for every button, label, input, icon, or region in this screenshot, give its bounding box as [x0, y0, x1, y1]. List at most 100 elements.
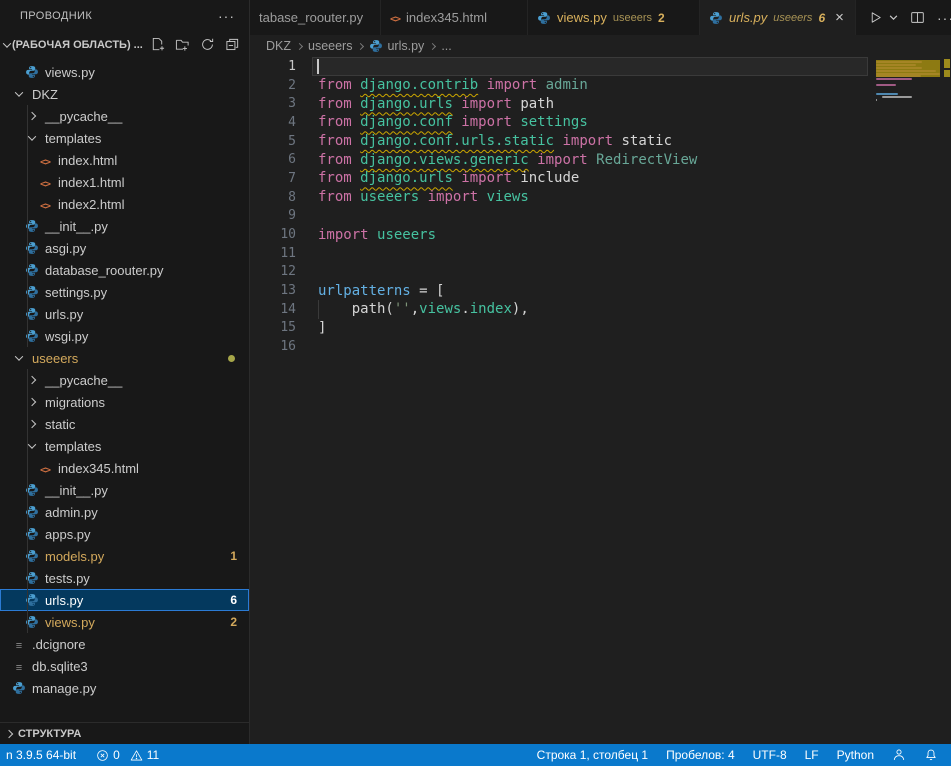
- indentation-status[interactable]: Пробелов: 4: [661, 744, 740, 766]
- code-line-13[interactable]: 13urlpatterns = [: [250, 281, 951, 300]
- new-file-icon[interactable]: [148, 36, 166, 54]
- minimap[interactable]: [872, 57, 943, 187]
- indent-guide: [27, 589, 28, 611]
- vscode-window: ПРОВОДНИК ··· (РАБОЧАЯ ОБЛАСТЬ) ... view…: [0, 0, 951, 766]
- tree-item-label: index.html: [58, 153, 117, 168]
- tree-item-database_roouter.py[interactable]: database_roouter.py: [0, 259, 249, 281]
- error-icon: [96, 749, 109, 762]
- new-folder-icon[interactable]: [173, 36, 191, 54]
- tab-description: useeers: [613, 12, 652, 24]
- run-dropdown-chevron-icon[interactable]: [889, 13, 898, 22]
- code-text: from useeers import views: [318, 189, 529, 205]
- code-line-10[interactable]: 10import useeers: [250, 225, 951, 244]
- tree-item-label: views.py: [45, 615, 95, 630]
- tree-item-db.sqlite3[interactable]: ≡db.sqlite3: [0, 655, 249, 677]
- tab-views.py[interactable]: views.pyuseeers2: [528, 0, 700, 35]
- breadcrumb-item-DKZ[interactable]: DKZ: [266, 39, 291, 53]
- tab-tabase_roouter.py[interactable]: tabase_roouter.py: [250, 0, 381, 35]
- tree-item-templates[interactable]: templates: [0, 127, 249, 149]
- tree-item-__init__.py[interactable]: __init__.py: [0, 479, 249, 501]
- explorer-more-icon[interactable]: ···: [218, 8, 235, 24]
- tree-item-asgi.py[interactable]: asgi.py: [0, 237, 249, 259]
- tree-item-urls.py[interactable]: urls.py: [0, 303, 249, 325]
- python-version-status[interactable]: n 3.9.5 64-bit: [1, 744, 81, 766]
- code-editor[interactable]: 12from django.contrib import admin3from …: [250, 57, 951, 744]
- line-number: 10: [250, 227, 296, 242]
- tree-item-views.py[interactable]: views.py2: [0, 611, 249, 633]
- code-line-2[interactable]: 2from django.contrib import admin: [250, 76, 951, 95]
- code-line-8[interactable]: 8from useeers import views: [250, 188, 951, 207]
- problems-status[interactable]: 0 11: [91, 744, 164, 766]
- breadcrumb-item-...[interactable]: ...: [441, 39, 451, 53]
- language-mode-status[interactable]: Python: [832, 744, 879, 766]
- code-line-9[interactable]: 9: [250, 207, 951, 226]
- line-number: 12: [250, 264, 296, 279]
- split-editor-icon[interactable]: [910, 10, 925, 25]
- indent-guide: [27, 545, 28, 567]
- explorer-title: ПРОВОДНИК: [20, 10, 218, 22]
- tree-item-manage.py[interactable]: manage.py: [0, 677, 249, 699]
- tree-item-index.html[interactable]: <>index.html: [0, 149, 249, 171]
- code-line-14[interactable]: 14 path('',views.index),: [250, 300, 951, 319]
- tree-item-.dcignore[interactable]: ≡.dcignore: [0, 633, 249, 655]
- tree-item-useeers[interactable]: useeers: [0, 347, 249, 369]
- run-button[interactable]: [868, 10, 883, 25]
- code-line-1[interactable]: 1: [250, 57, 951, 76]
- tree-item-apps.py[interactable]: apps.py: [0, 523, 249, 545]
- refresh-icon[interactable]: [198, 36, 216, 54]
- chevron-right-icon: [28, 112, 36, 120]
- more-actions-icon[interactable]: ···: [937, 10, 951, 26]
- breadcrumb-item-useeers[interactable]: useeers: [308, 39, 352, 53]
- feedback-icon[interactable]: [887, 744, 911, 766]
- code-line-5[interactable]: 5from django.conf.urls.static import sta…: [250, 132, 951, 151]
- tree-item-__init__.py[interactable]: __init__.py: [0, 215, 249, 237]
- outline-section-header[interactable]: СТРУКТУРА: [0, 722, 249, 744]
- tree-item-models.py[interactable]: models.py1: [0, 545, 249, 567]
- code-line-4[interactable]: 4from django.conf import settings: [250, 113, 951, 132]
- line-number: 14: [250, 302, 296, 317]
- notifications-bell-icon[interactable]: [919, 744, 943, 766]
- tree-item-admin.py[interactable]: admin.py: [0, 501, 249, 523]
- code-line-15[interactable]: 15]: [250, 319, 951, 338]
- tree-item-static[interactable]: static: [0, 413, 249, 435]
- code-line-11[interactable]: 11: [250, 244, 951, 263]
- tree-item-templates[interactable]: templates: [0, 435, 249, 457]
- tree-item-label: index2.html: [58, 197, 124, 212]
- tree-item-index1.html[interactable]: <>index1.html: [0, 171, 249, 193]
- tree-item-migrations[interactable]: migrations: [0, 391, 249, 413]
- tab-label: views.py: [557, 10, 607, 25]
- cursor-position-status[interactable]: Строка 1, столбец 1: [532, 744, 653, 766]
- code-line-6[interactable]: 6from django.views.generic import Redire…: [250, 150, 951, 169]
- tab-urls.py[interactable]: urls.pyuseeers6×: [700, 0, 856, 35]
- html-icon: <>: [40, 197, 50, 212]
- tree-item-DKZ[interactable]: DKZ: [0, 83, 249, 105]
- tree-item-__pycache__[interactable]: __pycache__: [0, 105, 249, 127]
- chevron-down-icon: [15, 88, 23, 96]
- tree-item-__pycache__[interactable]: __pycache__: [0, 369, 249, 391]
- tree-item-urls.py[interactable]: urls.py6: [0, 589, 249, 611]
- tree-item-wsgi.py[interactable]: wsgi.py: [0, 325, 249, 347]
- line-number: 3: [250, 96, 296, 111]
- explorer-pane-header: ПРОВОДНИК ···: [0, 0, 249, 32]
- overview-ruler[interactable]: [943, 57, 951, 744]
- tree-item-settings.py[interactable]: settings.py: [0, 281, 249, 303]
- file-icon: ≡: [16, 659, 22, 674]
- tree-item-views.py[interactable]: views.py: [0, 61, 249, 83]
- workspace-section-header[interactable]: (РАБОЧАЯ ОБЛАСТЬ) ...: [0, 32, 249, 57]
- tree-item-label: useeers: [32, 351, 78, 366]
- tree-item-index345.html[interactable]: <>index345.html: [0, 457, 249, 479]
- eol-status[interactable]: LF: [800, 744, 824, 766]
- tree-item-tests.py[interactable]: tests.py: [0, 567, 249, 589]
- file-tree: views.pyDKZ__pycache__templates<>index.h…: [0, 61, 249, 699]
- tab-index345.html[interactable]: <>index345.html: [381, 0, 528, 35]
- code-line-12[interactable]: 12: [250, 263, 951, 282]
- code-line-7[interactable]: 7from django.urls import include: [250, 169, 951, 188]
- encoding-status[interactable]: UTF-8: [748, 744, 792, 766]
- breadcrumb-item-urls.py[interactable]: urls.py: [369, 39, 424, 53]
- tree-item-label: tests.py: [45, 571, 90, 586]
- code-line-16[interactable]: 16: [250, 337, 951, 356]
- tree-item-index2.html[interactable]: <> index2.html: [0, 193, 249, 215]
- collapse-all-icon[interactable]: [223, 36, 241, 54]
- code-line-3[interactable]: 3from django.urls import path: [250, 94, 951, 113]
- close-icon[interactable]: ×: [833, 9, 846, 26]
